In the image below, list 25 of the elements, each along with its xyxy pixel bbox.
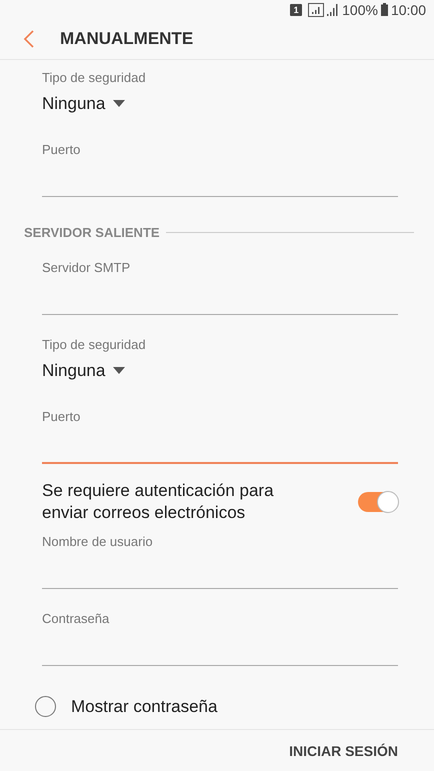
- field-label: Servidor SMTP: [42, 259, 132, 278]
- field-label: Contraseña: [42, 610, 110, 628]
- security-dropdown[interactable]: Ninguna: [42, 88, 126, 120]
- sim-indicator: 1: [290, 4, 302, 16]
- toggle-label: Se requiere autenticación para enviar correos electrónicos: [42, 480, 275, 524]
- field-label: Tipo de seguridad: [42, 69, 147, 88]
- field-label: Puerto: [42, 408, 82, 426]
- battery-level: 100%: [342, 2, 378, 18]
- screen-title: MANUALMENTE: [60, 29, 194, 50]
- sign-in-button[interactable]: INICIAR SESIÓN: [289, 736, 398, 764]
- section-title: SERVIDOR SALIENTE: [24, 225, 160, 240]
- clock: 10:00: [390, 2, 426, 18]
- caret-icon: [113, 367, 126, 376]
- battery-icon: [380, 3, 388, 16]
- field-label: Nombre de usuario: [42, 533, 154, 552]
- field-label: Puerto: [42, 141, 82, 160]
- checkbox[interactable]: [35, 696, 56, 718]
- field-label: Tipo de seguridad: [42, 336, 147, 354]
- signal-icon: [308, 2, 324, 17]
- caret-icon: [113, 100, 126, 108]
- signal-icon: [327, 4, 340, 16]
- security-dropdown[interactable]: Ninguna: [42, 355, 126, 388]
- checkbox-label: Mostrar contraseña: [71, 696, 218, 717]
- back-icon[interactable]: [23, 29, 35, 50]
- toggle-switch[interactable]: [358, 492, 398, 512]
